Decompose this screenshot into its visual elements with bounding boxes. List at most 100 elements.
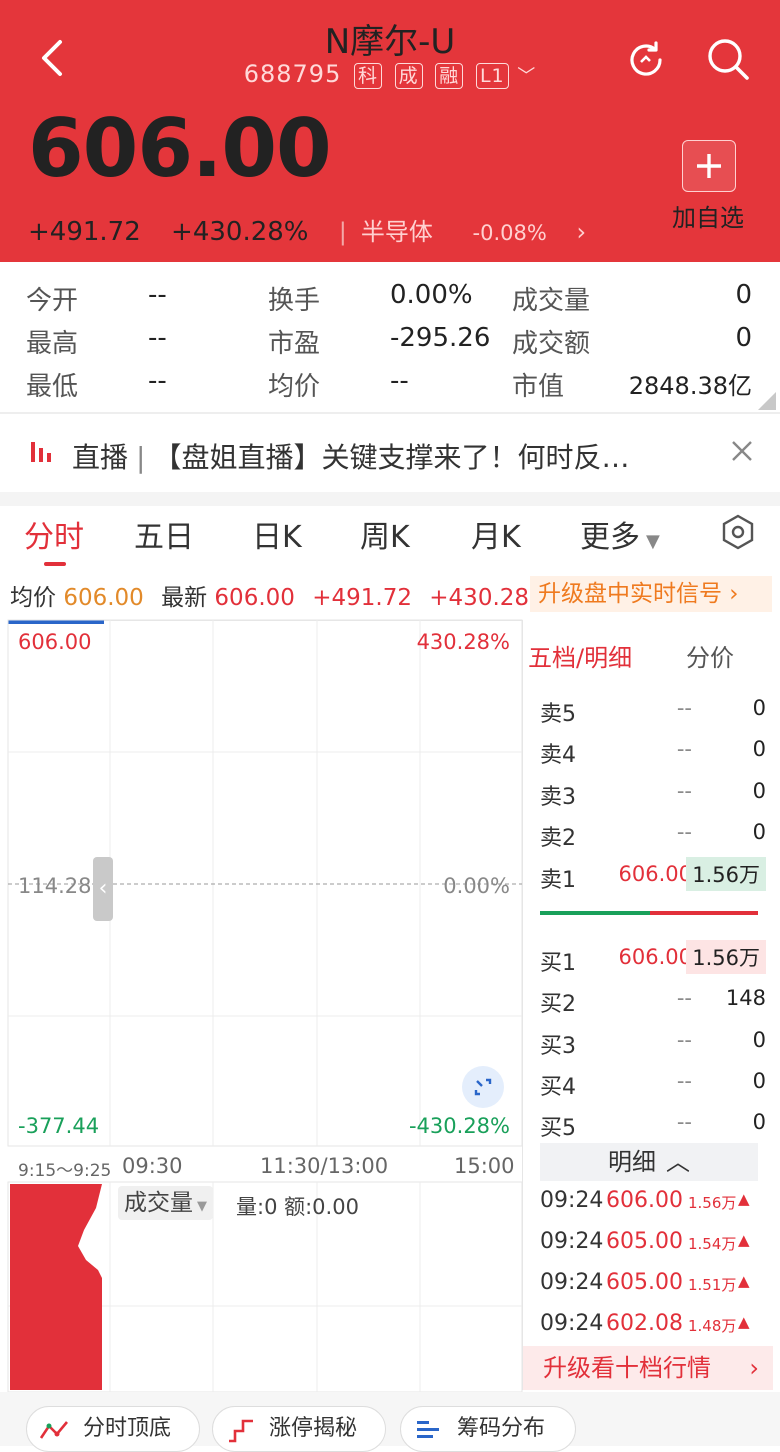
pe-value: -295.26 (390, 323, 491, 353)
auction-volume-area (10, 1184, 102, 1390)
chevron-up-icon: ︿ (666, 1148, 690, 1176)
expand-corner-icon[interactable] (758, 392, 776, 410)
tab-weekly-k[interactable]: 周K (360, 512, 410, 556)
step-up-icon (229, 1419, 253, 1443)
tab-more[interactable]: 更多 ▼ (580, 512, 660, 556)
tab-daily-k[interactable]: 日K (252, 512, 302, 556)
tab-order-book[interactable]: 五档/明细 (528, 638, 632, 673)
tab-five-day[interactable]: 五日 (134, 512, 194, 556)
fullscreen-icon[interactable] (462, 1066, 504, 1108)
chevron-left-icon: ‹ (98, 876, 108, 901)
avg-value: -- (390, 366, 409, 396)
time-midday: 11:30/13:00 (260, 1154, 389, 1178)
chevron-right-icon: › (749, 1354, 759, 1382)
buy-level: 买4 (540, 1075, 576, 1100)
avg-price-label: 均价 (10, 585, 56, 611)
sell-row-3: 卖3 -- 0 (540, 771, 766, 810)
turnover-value: 0.00% (390, 280, 473, 310)
sector-name: 半导体 (360, 218, 433, 246)
buy-price: -- (676, 1028, 692, 1052)
buy-price: 606.00 (618, 945, 692, 969)
buy-row-3: 买3 -- 0 (540, 1020, 766, 1059)
y-bottom-price: -377.44 (18, 1114, 100, 1138)
tab-timeshare[interactable]: 分时 (24, 512, 84, 556)
limit-up-reveal-button[interactable]: 涨停揭秘 (212, 1406, 386, 1452)
change-row: +491.72 +430.28% | 半导体 -0.08% › (28, 212, 630, 247)
buy-volume: 0 (752, 1069, 766, 1093)
tab-price-dist[interactable]: 分价 (686, 638, 734, 673)
chevron-right-icon: › (576, 218, 587, 246)
timeshare-top-bottom-button[interactable]: 分时顶底 (26, 1406, 200, 1452)
up-arrow-icon: ▲ (738, 1313, 750, 1331)
buy-level: 买5 (540, 1116, 576, 1141)
tag-component: 成 (394, 63, 423, 89)
time-close: 15:00 (454, 1154, 515, 1178)
turnover-label: 换手 (268, 286, 321, 316)
plus-icon (697, 154, 721, 178)
y-bottom-pct: -430.28% (408, 1114, 510, 1138)
intraday-chart[interactable] (0, 618, 524, 1396)
tick-volume: 1.56万 (688, 1194, 737, 1212)
mcap-value: 2848.38亿 (628, 372, 752, 400)
divider (522, 620, 523, 1390)
volume-indicator-selector[interactable]: 成交量 ▼ (118, 1186, 213, 1220)
add-watchlist-label[interactable]: 加自选 (660, 198, 756, 233)
upgrade-signal-button[interactable]: 升级盘中实时信号 › (530, 576, 772, 612)
sell-level: 卖5 (540, 702, 576, 727)
search-icon[interactable] (705, 36, 751, 82)
low-value: -- (148, 366, 167, 396)
sell-price: -- (676, 737, 692, 761)
btn-label: 涨停揭秘 (269, 1416, 358, 1441)
buy-volume: 1.56万 (686, 940, 766, 974)
detail-toggle[interactable]: 明细 ︿ (540, 1143, 758, 1181)
tick-row: 09:24 605.00 1.54万 ▲ (540, 1229, 770, 1269)
current-price: 606.00 (28, 102, 332, 195)
y-mid-price: 114.28 (18, 874, 92, 898)
sell-price: -- (676, 820, 692, 844)
tab-monthly-k[interactable]: 月K (471, 512, 521, 556)
avg-price-value: 606.00 (63, 585, 144, 611)
chevron-right-icon: › (722, 581, 739, 607)
tick-price: 605.00 (606, 1270, 683, 1295)
sector-link[interactable]: | 半导体 -0.08% › (339, 218, 608, 246)
upgrade-ten-label: 升级看十档行情 (543, 1354, 711, 1382)
chip-bars-icon (417, 1421, 439, 1438)
upgrade-ten-level-button[interactable]: 升级看十档行情 › (523, 1346, 773, 1390)
amount-value: 0 (735, 323, 752, 353)
tick-price: 602.08 (606, 1311, 683, 1336)
btn-label: 筹码分布 (457, 1416, 546, 1441)
buy-volume: 0 (752, 1110, 766, 1134)
tick-time: 09:24 (540, 1270, 604, 1295)
sell-row-4: 卖4 -- 0 (540, 729, 766, 768)
volume-value: 0 (735, 280, 752, 310)
buy-level: 买3 (540, 1034, 576, 1059)
btn-label: 分时顶底 (83, 1416, 172, 1441)
settings-icon[interactable] (720, 514, 756, 550)
section-gap (0, 492, 780, 506)
tick-time: 09:24 (540, 1229, 604, 1254)
sell-row-1: 卖1 606.00 1.56万 (540, 854, 766, 893)
open-value: -- (148, 280, 167, 310)
avg-label: 均价 (268, 372, 321, 402)
sell-price: -- (676, 696, 692, 720)
y-top-price: 606.00 (18, 630, 92, 654)
active-tab-indicator (44, 562, 66, 566)
volume-label: 成交量 (512, 286, 591, 316)
add-watchlist-button[interactable] (682, 140, 736, 192)
tick-time: 09:24 (540, 1188, 604, 1213)
sell-level: 卖3 (540, 785, 576, 810)
refresh-icon[interactable] (624, 38, 668, 82)
price-change-pct: +430.28% (171, 217, 309, 247)
stats-panel: 今开 -- 最高 -- 最低 -- 换手 0.00% 市盈 -295.26 均价… (0, 262, 780, 412)
close-icon[interactable] (727, 436, 757, 466)
detail-label: 明细 (608, 1148, 656, 1176)
tick-price: 606.00 (606, 1188, 683, 1213)
high-label: 最高 (26, 329, 79, 359)
live-text[interactable]: 直播 | 【盘姐直播】关键支撑来了！何时反… (72, 436, 629, 476)
buy-level: 买2 (540, 992, 576, 1017)
sell-level: 卖1 (540, 868, 576, 893)
collapse-handle[interactable]: ‹ (93, 857, 113, 921)
sell-volume: 0 (752, 820, 766, 844)
chip-distribution-button[interactable]: 筹码分布 (400, 1406, 576, 1452)
tag-level1: L1 (475, 63, 509, 89)
